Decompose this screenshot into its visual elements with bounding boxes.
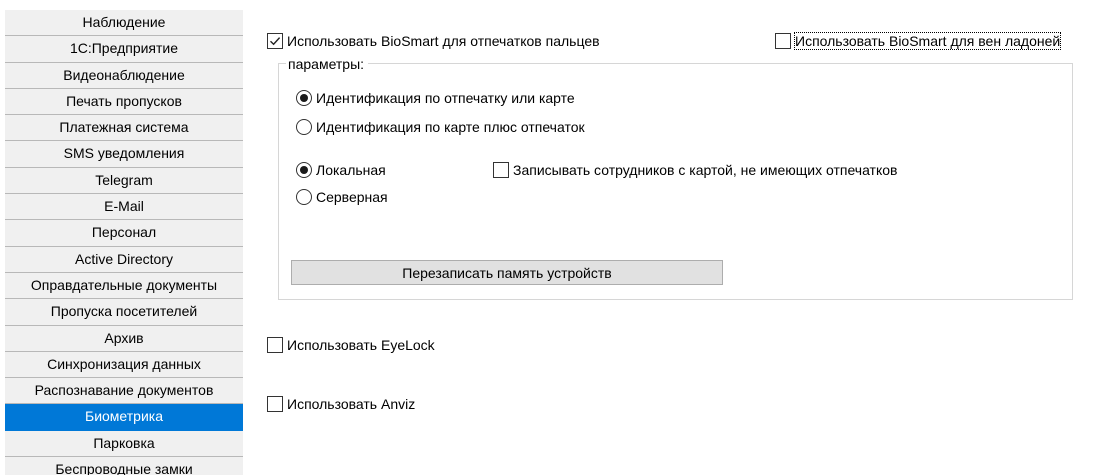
checkbox-checked-icon <box>267 33 283 49</box>
radio-ident-fingerprint-or-card[interactable]: Идентификация по отпечатку или карте <box>296 90 575 106</box>
parameters-legend: параметры: <box>286 55 369 73</box>
checkbox-unchecked-icon <box>493 162 509 178</box>
sidebar-item-wireless-locks[interactable]: Беспроводные замки <box>5 457 243 475</box>
radio-unselected-icon <box>296 189 312 205</box>
sidebar-item-email[interactable]: E-Mail <box>5 194 243 221</box>
checkbox-unchecked-icon <box>267 337 283 353</box>
sidebar-item-payment[interactable]: Платежная система <box>5 115 243 142</box>
radio-label: Локальная <box>316 162 386 178</box>
biosmart-fingerprint-label: Использовать BioSmart для отпечатков пал… <box>287 33 600 49</box>
biometrics-settings-window: Наблюдение 1С:Предприятие Видеонаблюдени… <box>0 0 1097 475</box>
radio-selected-icon <box>296 162 312 178</box>
sidebar-item-active-directory[interactable]: Active Directory <box>5 246 243 273</box>
radio-label: Идентификация по карте плюс отпечаток <box>316 119 585 135</box>
sidebar-item-data-sync[interactable]: Синхронизация данных <box>5 351 243 379</box>
rewrite-device-memory-button[interactable]: Перезаписать память устройств <box>291 260 723 285</box>
sidebar-item-justification-docs[interactable]: Оправдательные документы <box>5 272 243 300</box>
sidebar-item-pass-printing[interactable]: Печать пропусков <box>5 88 243 116</box>
radio-unselected-icon <box>296 119 312 135</box>
sidebar-item-observation[interactable]: Наблюдение <box>5 10 243 37</box>
sidebar-item-visitor-passes[interactable]: Пропуска посетителей <box>5 299 243 326</box>
sidebar-item-parking[interactable]: Парковка <box>5 430 243 458</box>
sidebar-item-1c[interactable]: 1С:Предприятие <box>5 36 243 63</box>
eyelock-label: Использовать EyeLock <box>287 337 435 353</box>
sidebar-item-video[interactable]: Видеонаблюдение <box>5 62 243 89</box>
checkbox-unchecked-icon <box>267 396 283 412</box>
record-employees-without-fingerprints-checkbox[interactable]: Записывать сотрудников с картой, не имею… <box>493 162 897 178</box>
radio-ident-card-plus-fingerprint[interactable]: Идентификация по карте плюс отпечаток <box>296 119 585 135</box>
sidebar-item-personnel[interactable]: Персонал <box>5 220 243 247</box>
sidebar-item-sms[interactable]: SMS уведомления <box>5 141 243 168</box>
sidebar-item-archive[interactable]: Архив <box>5 325 243 352</box>
biosmart-palm-label: Использовать BioSmart для вен ладоней <box>793 32 1062 50</box>
settings-sidebar: Наблюдение 1С:Предприятие Видеонаблюдени… <box>5 10 243 475</box>
radio-label: Серверная <box>316 189 388 205</box>
radio-mode-local[interactable]: Локальная <box>296 162 386 178</box>
eyelock-checkbox[interactable]: Использовать EyeLock <box>267 337 435 353</box>
biosmart-fingerprint-checkbox[interactable]: Использовать BioSmart для отпечатков пал… <box>267 33 600 49</box>
anviz-label: Использовать Anviz <box>287 396 416 412</box>
checkbox-unchecked-icon <box>775 33 791 49</box>
sidebar-item-doc-recognition[interactable]: Распознавание документов <box>5 378 243 405</box>
radio-mode-server[interactable]: Серверная <box>296 189 388 205</box>
sidebar-item-telegram[interactable]: Telegram <box>5 167 243 195</box>
radio-label: Идентификация по отпечатку или карте <box>316 90 575 106</box>
sidebar-item-biometrics[interactable]: Биометрика <box>5 404 243 431</box>
anviz-checkbox[interactable]: Использовать Anviz <box>267 396 415 412</box>
record-employees-label: Записывать сотрудников с картой, не имею… <box>513 162 898 178</box>
radio-selected-icon <box>296 90 312 106</box>
biosmart-palm-checkbox[interactable]: Использовать BioSmart для вен ладоней <box>775 32 1062 50</box>
